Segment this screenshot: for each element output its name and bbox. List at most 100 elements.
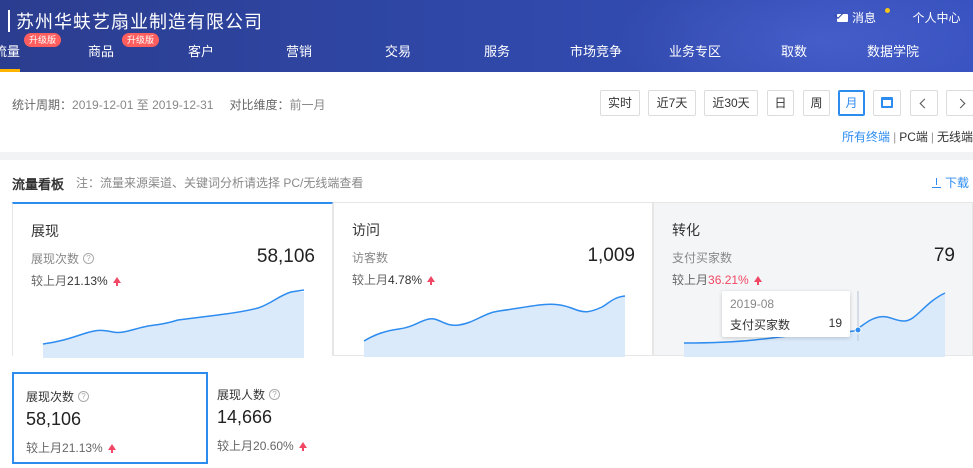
card-title: 展现	[31, 223, 59, 239]
messages-link[interactable]: 消息	[836, 8, 890, 26]
nav-item-label: 客户	[188, 44, 215, 59]
nav-item-label: 服务	[484, 44, 511, 59]
main-nav: 流量 升级版 商品 升级版 客户 营销 交易 服务 市场竞争 业务专区 取数 数…	[0, 33, 973, 72]
chart-tooltip: 2019-08 支付买家数 19	[722, 291, 850, 337]
card-impressions[interactable]: 展现 展现次数? 58,106 较上月 21.13%	[12, 202, 333, 358]
realtime-button[interactable]: 实时	[600, 90, 640, 116]
tooltip-label: 支付买家数	[730, 318, 791, 332]
chevron-left-icon	[919, 98, 929, 109]
nav-item-label: 取数	[781, 44, 808, 59]
card-metric-label-text: 展现次数	[31, 252, 80, 266]
metric-compare: 较上月 21.13%	[26, 439, 116, 456]
brand: 苏州华蚨艺扇业制造有限公司	[8, 9, 263, 33]
nav-item-customers[interactable]: 客户	[188, 36, 214, 72]
card-metric-label: 支付买家数	[672, 249, 732, 266]
download-label: 下载	[944, 176, 969, 190]
panel-note: 注：流量来源渠道、关键词分析请选择 PC/无线端查看	[76, 176, 364, 190]
card-metric-label: 访客数	[352, 249, 388, 266]
calendar-button[interactable]	[873, 90, 901, 116]
arrow-up-icon	[112, 276, 121, 286]
nav-item-transactions[interactable]: 交易	[385, 36, 411, 72]
arrow-up-icon	[107, 443, 116, 453]
download-button[interactable]: 下载	[931, 174, 969, 191]
help-icon[interactable]: ?	[78, 391, 90, 402]
metric-label-text: 展现次数	[26, 390, 75, 404]
top-header: 苏州华蚨艺扇业制造有限公司 消息 个人中心 流量 升级版 商品 升级版 客户 营…	[0, 0, 973, 72]
day-button[interactable]: 日	[767, 90, 794, 116]
arrow-up-icon	[753, 275, 762, 285]
messages-label: 消息	[851, 11, 876, 25]
nav-item-label: 业务专区	[669, 44, 722, 59]
week-button[interactable]: 周	[803, 90, 830, 116]
upgrade-badge: 升级版	[24, 33, 62, 47]
help-icon[interactable]: ?	[269, 389, 281, 400]
next-period-button[interactable]	[946, 90, 973, 116]
card-metric-label-text: 访客数	[352, 251, 389, 265]
nav-item-data-academy[interactable]: 数据学院	[867, 36, 919, 72]
card-value: 58,106	[256, 246, 315, 267]
nav-item-marketing[interactable]: 营销	[286, 36, 312, 72]
compare-label: 对比维度：	[229, 98, 290, 112]
arrow-up-icon	[298, 441, 307, 451]
download-icon	[931, 177, 941, 188]
nav-item-label: 数据学院	[867, 44, 920, 59]
nav-item-service[interactable]: 服务	[484, 36, 510, 72]
compare-prefix: 较上月	[26, 441, 63, 455]
chevron-right-icon	[955, 98, 965, 109]
terminal-wireless[interactable]: 无线端	[937, 130, 973, 144]
metric-value: 14,666	[217, 407, 273, 427]
top-right-actions: 消息 个人中心	[836, 8, 973, 26]
tooltip-value: 19	[828, 316, 842, 330]
section-divider	[0, 152, 973, 160]
nav-item-fetch-data[interactable]: 取数	[781, 36, 807, 72]
terminal-pc[interactable]: PC端	[899, 130, 928, 144]
nav-item-label: 营销	[286, 44, 313, 59]
compare-value[interactable]: 前一月	[289, 98, 325, 112]
metric-impression-users[interactable]: 展现人数? 14,666 较上月 20.60%	[205, 372, 401, 464]
impressions-sparkline	[42, 289, 305, 358]
nav-item-label: 交易	[385, 44, 412, 59]
last-7-days-button[interactable]: 近7天	[648, 90, 696, 116]
stat-period: 统计周期：2019-12-01 至 2019-12-31 对比维度：前一月	[12, 96, 325, 113]
card-metric-label: 展现次数?	[31, 250, 95, 267]
nav-item-products[interactable]: 商品 升级版	[88, 33, 160, 72]
panel-header: 流量看板 注：流量来源渠道、关键词分析请选择 PC/无线端查看 下载	[0, 160, 973, 202]
user-center-link[interactable]: 个人中心	[900, 9, 973, 26]
card-metric-label-text: 支付买家数	[672, 251, 733, 265]
metric-impressions-count[interactable]: 展现次数? 58,106 较上月 21.13%	[12, 372, 208, 464]
metric-value: 58,106	[26, 409, 82, 429]
nav-item-traffic[interactable]: 流量 升级版	[0, 33, 62, 72]
nav-item-label: 市场竞争	[570, 44, 623, 59]
nav-item-label: 流量	[0, 44, 21, 59]
card-value: 1,009	[587, 245, 635, 266]
last-30-days-button[interactable]: 近30天	[704, 90, 758, 116]
card-value: 79	[933, 245, 955, 266]
user-center-label: 个人中心	[912, 11, 961, 25]
mail-icon	[836, 13, 848, 22]
nav-item-market-competition[interactable]: 市场竞争	[570, 36, 622, 72]
upgrade-badge: 升级版	[122, 33, 160, 47]
metric-compare: 较上月 20.60%	[217, 437, 307, 454]
month-button[interactable]: 月	[838, 90, 865, 116]
card-title: 访问	[352, 222, 380, 238]
metric-label: 展现人数?	[217, 386, 281, 403]
tooltip-date: 2019-08	[730, 297, 775, 311]
hover-point	[854, 326, 862, 334]
terminal-switch: 所有终端 | PC端 | 无线端	[842, 130, 973, 144]
compare-pct: 20.60%	[253, 438, 294, 453]
sparkline-area	[43, 292, 304, 358]
card-title: 转化	[672, 222, 700, 238]
terminal-all[interactable]: 所有终端	[842, 130, 890, 144]
calendar-icon	[881, 97, 893, 109]
unread-dot-icon	[885, 8, 890, 13]
period-value: 2019-12-01 至 2019-12-31	[72, 98, 214, 112]
help-icon[interactable]: ?	[83, 253, 95, 264]
prev-period-button[interactable]	[910, 90, 938, 116]
panel-title: 流量看板	[12, 177, 65, 192]
company-name: 苏州华蚨艺扇业制造有限公司	[16, 12, 263, 32]
metric-label-text: 展现人数	[217, 388, 266, 402]
brand-divider	[8, 10, 10, 32]
nav-item-business-zone[interactable]: 业务专区	[669, 36, 721, 72]
metric-label: 展现次数?	[26, 388, 90, 405]
card-visits[interactable]: 访问 访客数 1,009 较上月 4.78%	[333, 202, 653, 357]
